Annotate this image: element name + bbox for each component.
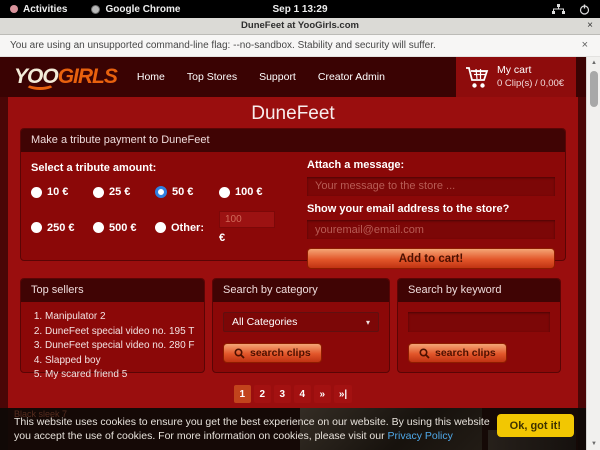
- page-button-last[interactable]: »|: [334, 385, 352, 403]
- system-top-bar: Activities Google Chrome Sep 1 13:29: [0, 0, 600, 18]
- search-category-title: Search by category: [213, 279, 389, 302]
- page-button-4[interactable]: 4: [294, 385, 311, 403]
- search-category-panel: Search by category All Categories ▾ sear…: [212, 278, 390, 373]
- cookie-accept-button[interactable]: Ok, got it!: [497, 414, 574, 437]
- scroll-down-icon[interactable]: ▼: [587, 438, 600, 450]
- search-clips-keyword-button[interactable]: search clips: [408, 343, 507, 363]
- activities-icon: [10, 5, 18, 13]
- category-select[interactable]: All Categories ▾: [223, 312, 379, 332]
- top-sellers-list: Manipulator 2 DuneFeet special video no.…: [21, 310, 204, 383]
- list-item[interactable]: DuneFeet special video no. 195 T: [45, 325, 204, 340]
- tribute-panel: Make a tribute payment to DuneFeet Selec…: [20, 128, 566, 261]
- radio-option-500[interactable]: 500 €: [93, 211, 155, 244]
- page-button-next[interactable]: »: [314, 385, 331, 403]
- radio-icon[interactable]: [31, 187, 42, 198]
- notification-bar: You are using an unsupported command-lin…: [0, 35, 600, 57]
- radio-option-other[interactable]: Other:: [155, 211, 219, 244]
- window-title: DuneFeet at YooGirls.com: [0, 20, 600, 31]
- radio-icon[interactable]: [93, 187, 104, 198]
- cookie-banner-text: This website uses cookies to ensure you …: [14, 416, 492, 443]
- list-item[interactable]: My scared friend 5: [45, 368, 204, 383]
- window-title-bar: DuneFeet at YooGirls.com ×: [0, 18, 600, 35]
- search-keyword-title: Search by keyword: [398, 279, 560, 302]
- cart-summary: 0 Clip(s) / 0,00€: [497, 77, 564, 90]
- scroll-up-icon[interactable]: ▲: [587, 57, 600, 69]
- logo-smile-icon: [25, 77, 55, 90]
- radio-option-50-selected[interactable]: 50 €: [155, 186, 219, 198]
- search-icon: [234, 348, 245, 359]
- nav-item-home[interactable]: Home: [137, 71, 165, 83]
- search-icon: [419, 348, 430, 359]
- nav-item-creator-admin[interactable]: Creator Admin: [318, 71, 385, 83]
- email-label: Show your email address to the store?: [307, 203, 555, 215]
- search-clips-category-button[interactable]: search clips: [223, 343, 322, 363]
- radio-icon[interactable]: [219, 187, 230, 198]
- page-title: DuneFeet: [8, 97, 578, 125]
- activities-button[interactable]: Activities: [10, 4, 67, 15]
- list-item[interactable]: Manipulator 2: [45, 310, 204, 325]
- nav-item-top-stores[interactable]: Top Stores: [187, 71, 237, 83]
- currency-symbol: €: [219, 232, 289, 244]
- page-button-3[interactable]: 3: [274, 385, 291, 403]
- my-cart-button[interactable]: My cart 0 Clip(s) / 0,00€: [456, 57, 576, 97]
- site-logo[interactable]: YOOGIRLS: [14, 65, 117, 89]
- network-icon[interactable]: [552, 4, 565, 15]
- clock[interactable]: Sep 1 13:29: [0, 4, 600, 15]
- radio-icon[interactable]: [93, 222, 104, 233]
- amount-label: Select a tribute amount:: [31, 162, 293, 174]
- other-amount-input[interactable]: [219, 211, 275, 228]
- radio-option-10[interactable]: 10 €: [31, 186, 93, 198]
- shopping-cart-icon: [465, 66, 489, 89]
- browser-viewport: YOOGIRLS Home Top Stores Support Creator…: [0, 57, 600, 450]
- app-menu-label: Google Chrome: [105, 4, 180, 15]
- email-input[interactable]: [307, 220, 555, 239]
- add-to-cart-button[interactable]: Add to cart!: [307, 248, 555, 269]
- site-header: YOOGIRLS Home Top Stores Support Creator…: [0, 57, 586, 97]
- scrollbar-thumb[interactable]: [590, 71, 598, 107]
- radio-icon[interactable]: [31, 222, 42, 233]
- radio-option-250[interactable]: 250 €: [31, 211, 93, 244]
- nav-item-support[interactable]: Support: [259, 71, 296, 83]
- list-item[interactable]: DuneFeet special video no. 280 F: [45, 339, 204, 354]
- page-content: DuneFeet Make a tribute payment to DuneF…: [8, 97, 578, 450]
- cookie-banner: Black sleek 7 This website uses cookies …: [0, 408, 586, 450]
- logo-text-girls: GIRLS: [58, 65, 117, 88]
- search-keyword-panel: Search by keyword search clips: [397, 278, 561, 373]
- main-nav: Home Top Stores Support Creator Admin: [137, 71, 385, 83]
- vertical-scrollbar[interactable]: ▲ ▼: [586, 57, 600, 450]
- top-sellers-title: Top sellers: [21, 279, 204, 302]
- window-close-icon[interactable]: ×: [587, 20, 593, 31]
- tribute-panel-title: Make a tribute payment to DuneFeet: [21, 129, 565, 152]
- message-input[interactable]: [307, 177, 555, 196]
- chevron-down-icon: ▾: [366, 318, 370, 327]
- app-menu-button[interactable]: Google Chrome: [91, 4, 180, 15]
- cart-title: My cart: [497, 64, 564, 77]
- message-label: Attach a message:: [307, 159, 555, 171]
- keyword-input[interactable]: [408, 312, 550, 332]
- chrome-icon: [91, 5, 100, 14]
- notification-message: You are using an unsupported command-lin…: [10, 40, 436, 51]
- page-button-2[interactable]: 2: [254, 385, 271, 403]
- radio-selected-icon[interactable]: [155, 186, 167, 198]
- category-select-value: All Categories: [232, 316, 297, 328]
- privacy-policy-link[interactable]: Privacy Policy: [388, 430, 453, 442]
- power-icon[interactable]: [579, 4, 590, 15]
- pagination: 1 2 3 4 » »|: [8, 385, 578, 403]
- radio-icon[interactable]: [155, 222, 166, 233]
- list-item[interactable]: Slapped boy: [45, 354, 204, 369]
- page-button-1[interactable]: 1: [234, 385, 251, 403]
- top-sellers-panel: Top sellers Manipulator 2 DuneFeet speci…: [20, 278, 205, 373]
- activities-label: Activities: [23, 4, 67, 15]
- amount-options: 10 € 25 € 50 € 100 € 250 € 500 € Other: …: [31, 186, 293, 244]
- notification-close-icon[interactable]: ×: [582, 39, 588, 51]
- radio-option-100[interactable]: 100 €: [219, 186, 289, 198]
- radio-option-25[interactable]: 25 €: [93, 186, 155, 198]
